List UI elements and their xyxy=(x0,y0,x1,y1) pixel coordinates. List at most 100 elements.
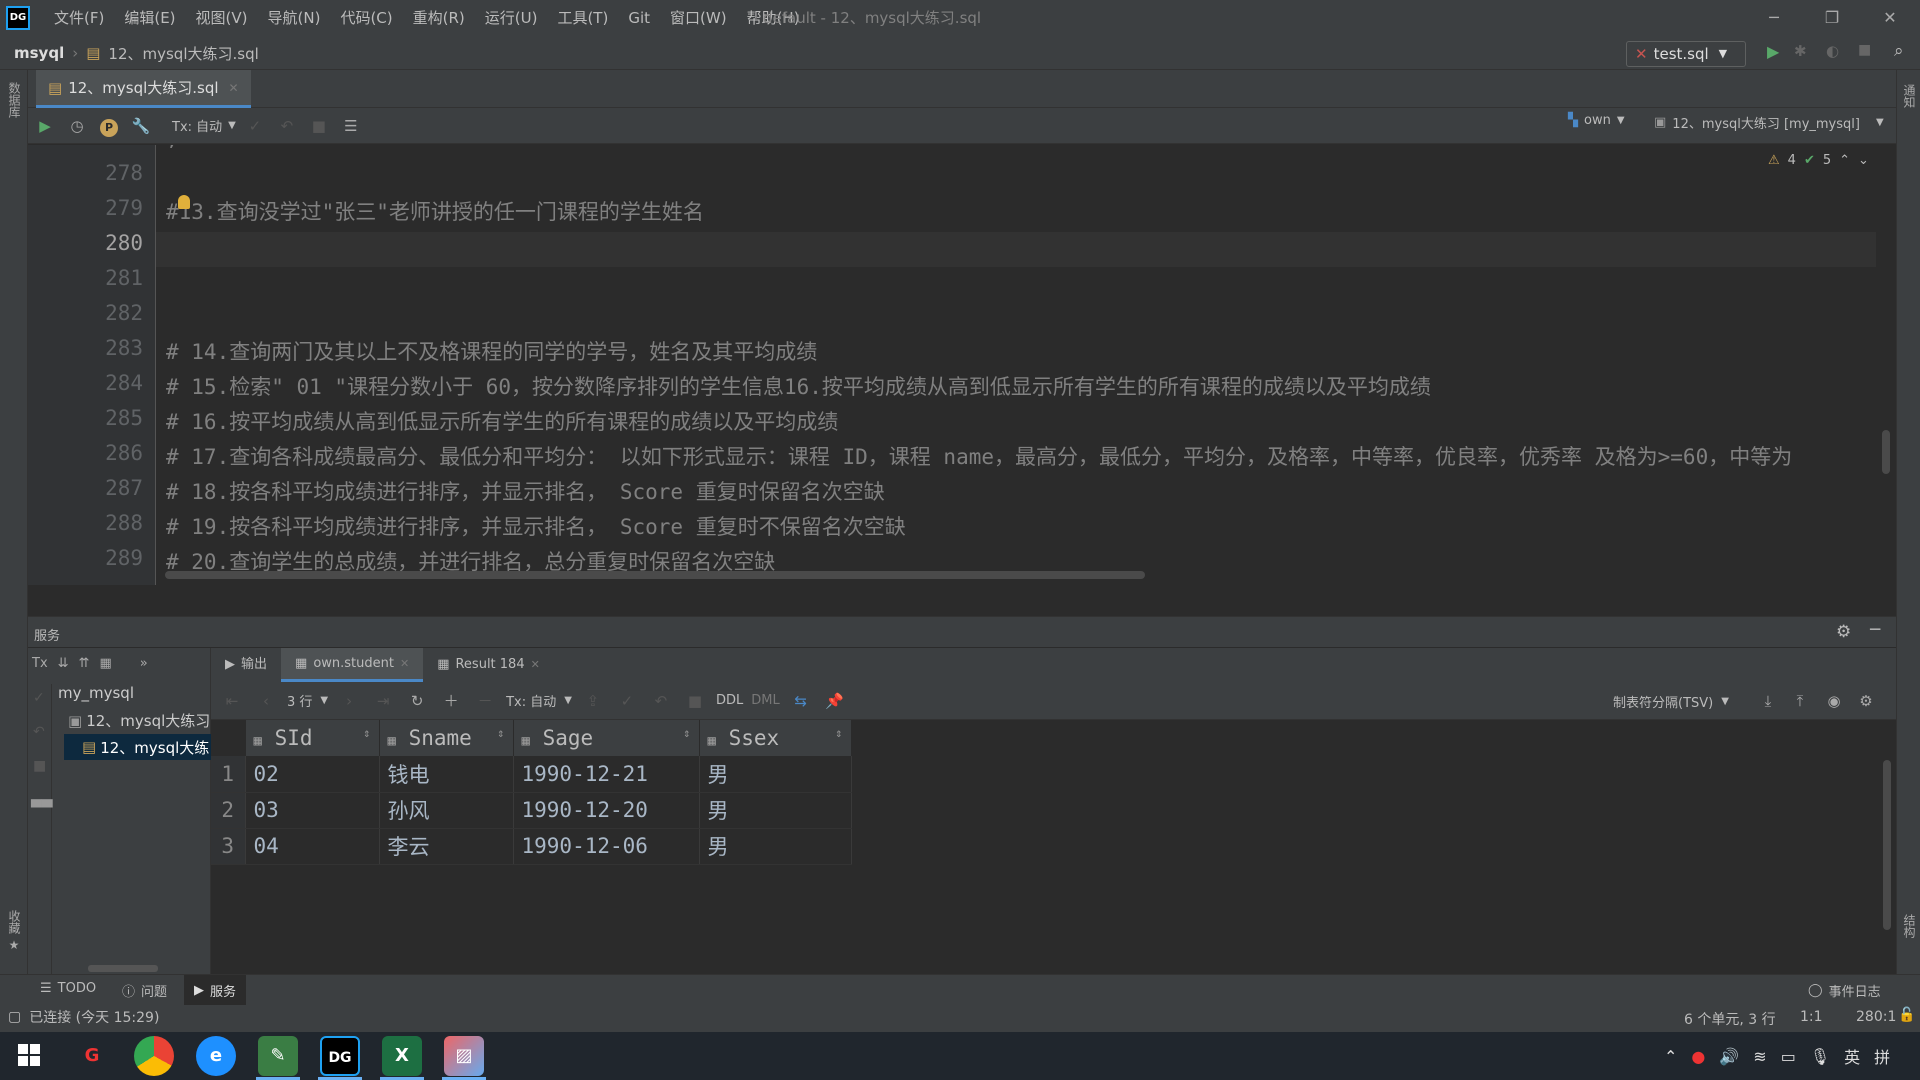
gear-icon[interactable]: ⚙ xyxy=(1836,622,1851,642)
menu-tools[interactable]: 工具(T) xyxy=(547,0,618,36)
layout-icon[interactable]: ▄▄ xyxy=(31,792,53,808)
menu-edit[interactable]: 编辑(E) xyxy=(114,0,185,36)
view-icon[interactable]: ◉ xyxy=(1821,688,1847,714)
close-tab-icon[interactable]: ✕ xyxy=(400,647,409,681)
menu-git[interactable]: Git xyxy=(618,0,660,36)
column-header-sid[interactable]: ▦ SId ⇕ xyxy=(245,720,380,756)
add-row-icon[interactable]: ＋ xyxy=(438,688,464,714)
minimize-icon[interactable]: ─ xyxy=(1746,0,1802,36)
menu-window[interactable]: 窗口(W) xyxy=(660,0,737,36)
code-editor[interactable]: 277278279280281282283284285286287288289 … xyxy=(28,145,1896,585)
sort-icon[interactable]: ⇕ xyxy=(363,726,370,740)
tree-item-my-mysql[interactable]: my_mysql xyxy=(58,684,134,702)
favorites-tool-window-button[interactable]: 收藏 ★ xyxy=(6,910,23,952)
breadcrumb-file[interactable]: 12、mysql大练习.sql xyxy=(108,43,258,64)
execute-icon[interactable]: ▶ xyxy=(32,113,58,139)
cell-sname[interactable]: 孙风 xyxy=(379,792,514,829)
event-log-button[interactable]: ◯ 事件日志 xyxy=(1808,981,1881,1000)
code-line[interactable]: # 19.按各科平均成绩进行排序，并显示排名， Score 重复时不保留名次空缺 xyxy=(166,511,906,541)
stop-icon[interactable]: ■ xyxy=(1858,42,1871,58)
stop-icon[interactable]: ■ xyxy=(682,688,708,714)
rows-count-select[interactable]: 3 行 xyxy=(287,691,312,710)
cell-sid[interactable]: 03 xyxy=(245,792,380,829)
sort-icon[interactable]: ⇕ xyxy=(683,726,690,740)
tree-horizontal-scrollbar[interactable] xyxy=(88,965,158,972)
code-line[interactable]: # 17.查询各科成绩最高分、最低分和平均分： 以如下形式显示：课程 ID，课程… xyxy=(166,441,1792,471)
cell-sage[interactable]: 1990-12-06 xyxy=(513,828,700,865)
pin-icon[interactable]: 📌 xyxy=(822,688,848,714)
cell-sid[interactable]: 04 xyxy=(245,828,380,865)
column-header-sname[interactable]: ▦ Sname ⇕ xyxy=(379,720,514,756)
notepad-icon[interactable]: ✎ xyxy=(258,1036,298,1076)
expand-all-icon[interactable]: ⇊ xyxy=(58,656,69,671)
menu-view[interactable]: 视图(V) xyxy=(186,0,258,36)
refresh-icon[interactable]: ↻ xyxy=(404,688,430,714)
next-page-icon[interactable]: › xyxy=(336,688,362,714)
lightbulb-icon[interactable] xyxy=(178,195,190,209)
cell-sname[interactable]: 钱电 xyxy=(379,756,514,793)
more-icon[interactable]: » xyxy=(140,656,148,671)
menu-file[interactable]: 文件(F) xyxy=(44,0,114,36)
record-icon[interactable]: ● xyxy=(1691,1047,1705,1066)
restore-icon[interactable]: ❐ xyxy=(1804,0,1860,36)
chevron-up-icon[interactable]: ⌃ xyxy=(1664,1047,1677,1066)
cell-ssex[interactable]: 男 xyxy=(699,792,852,829)
code-line[interactable]: # 18.按各科平均成绩进行排序，并显示排名， Score 重复时保留名次空缺 xyxy=(166,476,885,506)
previous-highlight-icon[interactable]: ⌃ xyxy=(1839,153,1850,168)
menu-run[interactable]: 运行(U) xyxy=(475,0,548,36)
microphone-icon[interactable]: 🎙 xyxy=(1810,1047,1830,1066)
inspection-widget[interactable]: ⚠ 4 ✔ 5 ⌃ ⌄ xyxy=(1768,153,1869,168)
column-header-ssex[interactable]: ▦ Ssex ⇕ xyxy=(699,720,852,756)
ime-mode[interactable]: 拼 xyxy=(1874,1044,1890,1068)
schema-selector[interactable]: ▚ own ▼ xyxy=(1568,113,1625,128)
bottom-tab-todo[interactable]: ☰ TODO xyxy=(40,981,96,996)
app-g-icon[interactable]: G xyxy=(72,1036,112,1076)
column-header-sage[interactable]: ▦ Sage ⇕ xyxy=(513,720,700,756)
next-highlight-icon[interactable]: ⌄ xyxy=(1858,153,1869,168)
datagrip-icon[interactable]: DG xyxy=(320,1036,360,1076)
table-row[interactable]: 2 03 孙风 1990-12-20 男 xyxy=(211,792,852,829)
run-configuration-select[interactable]: ✕ test.sql ▼ xyxy=(1626,41,1746,67)
rollback-icon[interactable]: ↶ xyxy=(648,688,674,714)
code-line[interactable]: ; xyxy=(166,145,179,150)
hide-panel-icon[interactable]: ─ xyxy=(1870,620,1880,640)
vertical-scrollbar[interactable] xyxy=(1882,430,1890,474)
commit-icon[interactable]: ✓ xyxy=(242,113,268,139)
settings-wrench-icon[interactable]: 🔧 xyxy=(128,113,154,139)
previous-page-icon[interactable]: ‹ xyxy=(253,688,279,714)
code-line[interactable]: # 16.按平均成绩从高到低显示所有学生的所有课程的成绩以及平均成绩 xyxy=(166,406,838,436)
cell-sage[interactable]: 1990-12-20 xyxy=(513,792,700,829)
caret-position[interactable]: 280:1 xyxy=(1856,1009,1896,1025)
ime-language[interactable]: 英 xyxy=(1844,1044,1860,1068)
history-icon[interactable]: ◷ xyxy=(64,113,90,139)
tab-output[interactable]: ▶ 输出 xyxy=(211,648,281,682)
cell-ssex[interactable]: 男 xyxy=(699,756,852,793)
selection-position[interactable]: 1:1 xyxy=(1800,1009,1823,1025)
submit-icon[interactable]: ⇪ xyxy=(580,688,606,714)
tab-own-student[interactable]: ▦ own.student ✕ xyxy=(281,647,424,682)
excel-icon[interactable]: X xyxy=(382,1036,422,1076)
code-line[interactable]: # 15.检索" 01 "课程分数小于 60，按分数降序排列的学生信息16.按平… xyxy=(166,371,1431,401)
battery-icon[interactable]: ▭ xyxy=(1781,1047,1796,1066)
grid-vertical-scrollbar[interactable] xyxy=(1883,760,1891,930)
menu-navigate[interactable]: 导航(N) xyxy=(258,0,331,36)
horizontal-scrollbar[interactable] xyxy=(165,571,1145,579)
debug-icon[interactable]: ✱ xyxy=(1794,42,1807,60)
gear-icon[interactable]: ⚙ xyxy=(1853,688,1879,714)
delete-row-icon[interactable]: － xyxy=(472,688,498,714)
ddl-button[interactable]: DDL xyxy=(716,693,743,708)
result-tx-mode-select[interactable]: Tx: 自动 xyxy=(506,691,556,710)
result-grid[interactable]: ▦ SId ⇕ ▦ Sname ⇕ ▦ Sage ⇕ ▦ Ssex ⇕ 1 02 钱电 … xyxy=(211,720,1896,974)
paint-icon[interactable]: ▨ xyxy=(444,1036,484,1076)
breadcrumb-project[interactable]: msyql xyxy=(14,44,64,62)
menu-refactor[interactable]: 重构(R) xyxy=(403,0,475,36)
results-layout-icon[interactable]: ☰ xyxy=(338,113,364,139)
download-icon[interactable]: ⤓ xyxy=(1755,688,1781,714)
search-icon[interactable]: ⌕ xyxy=(1894,41,1904,61)
stop-icon[interactable]: ■ xyxy=(33,758,46,774)
rollback-icon[interactable]: ↶ xyxy=(33,724,45,740)
commit-icon[interactable]: ✓ xyxy=(614,688,640,714)
close-icon[interactable]: ✕ xyxy=(1862,0,1918,36)
notifications-tool-window-button[interactable]: 通知 xyxy=(1901,84,1918,108)
tree-item-console[interactable]: ▣ 12、mysql大练习 xyxy=(68,710,210,731)
